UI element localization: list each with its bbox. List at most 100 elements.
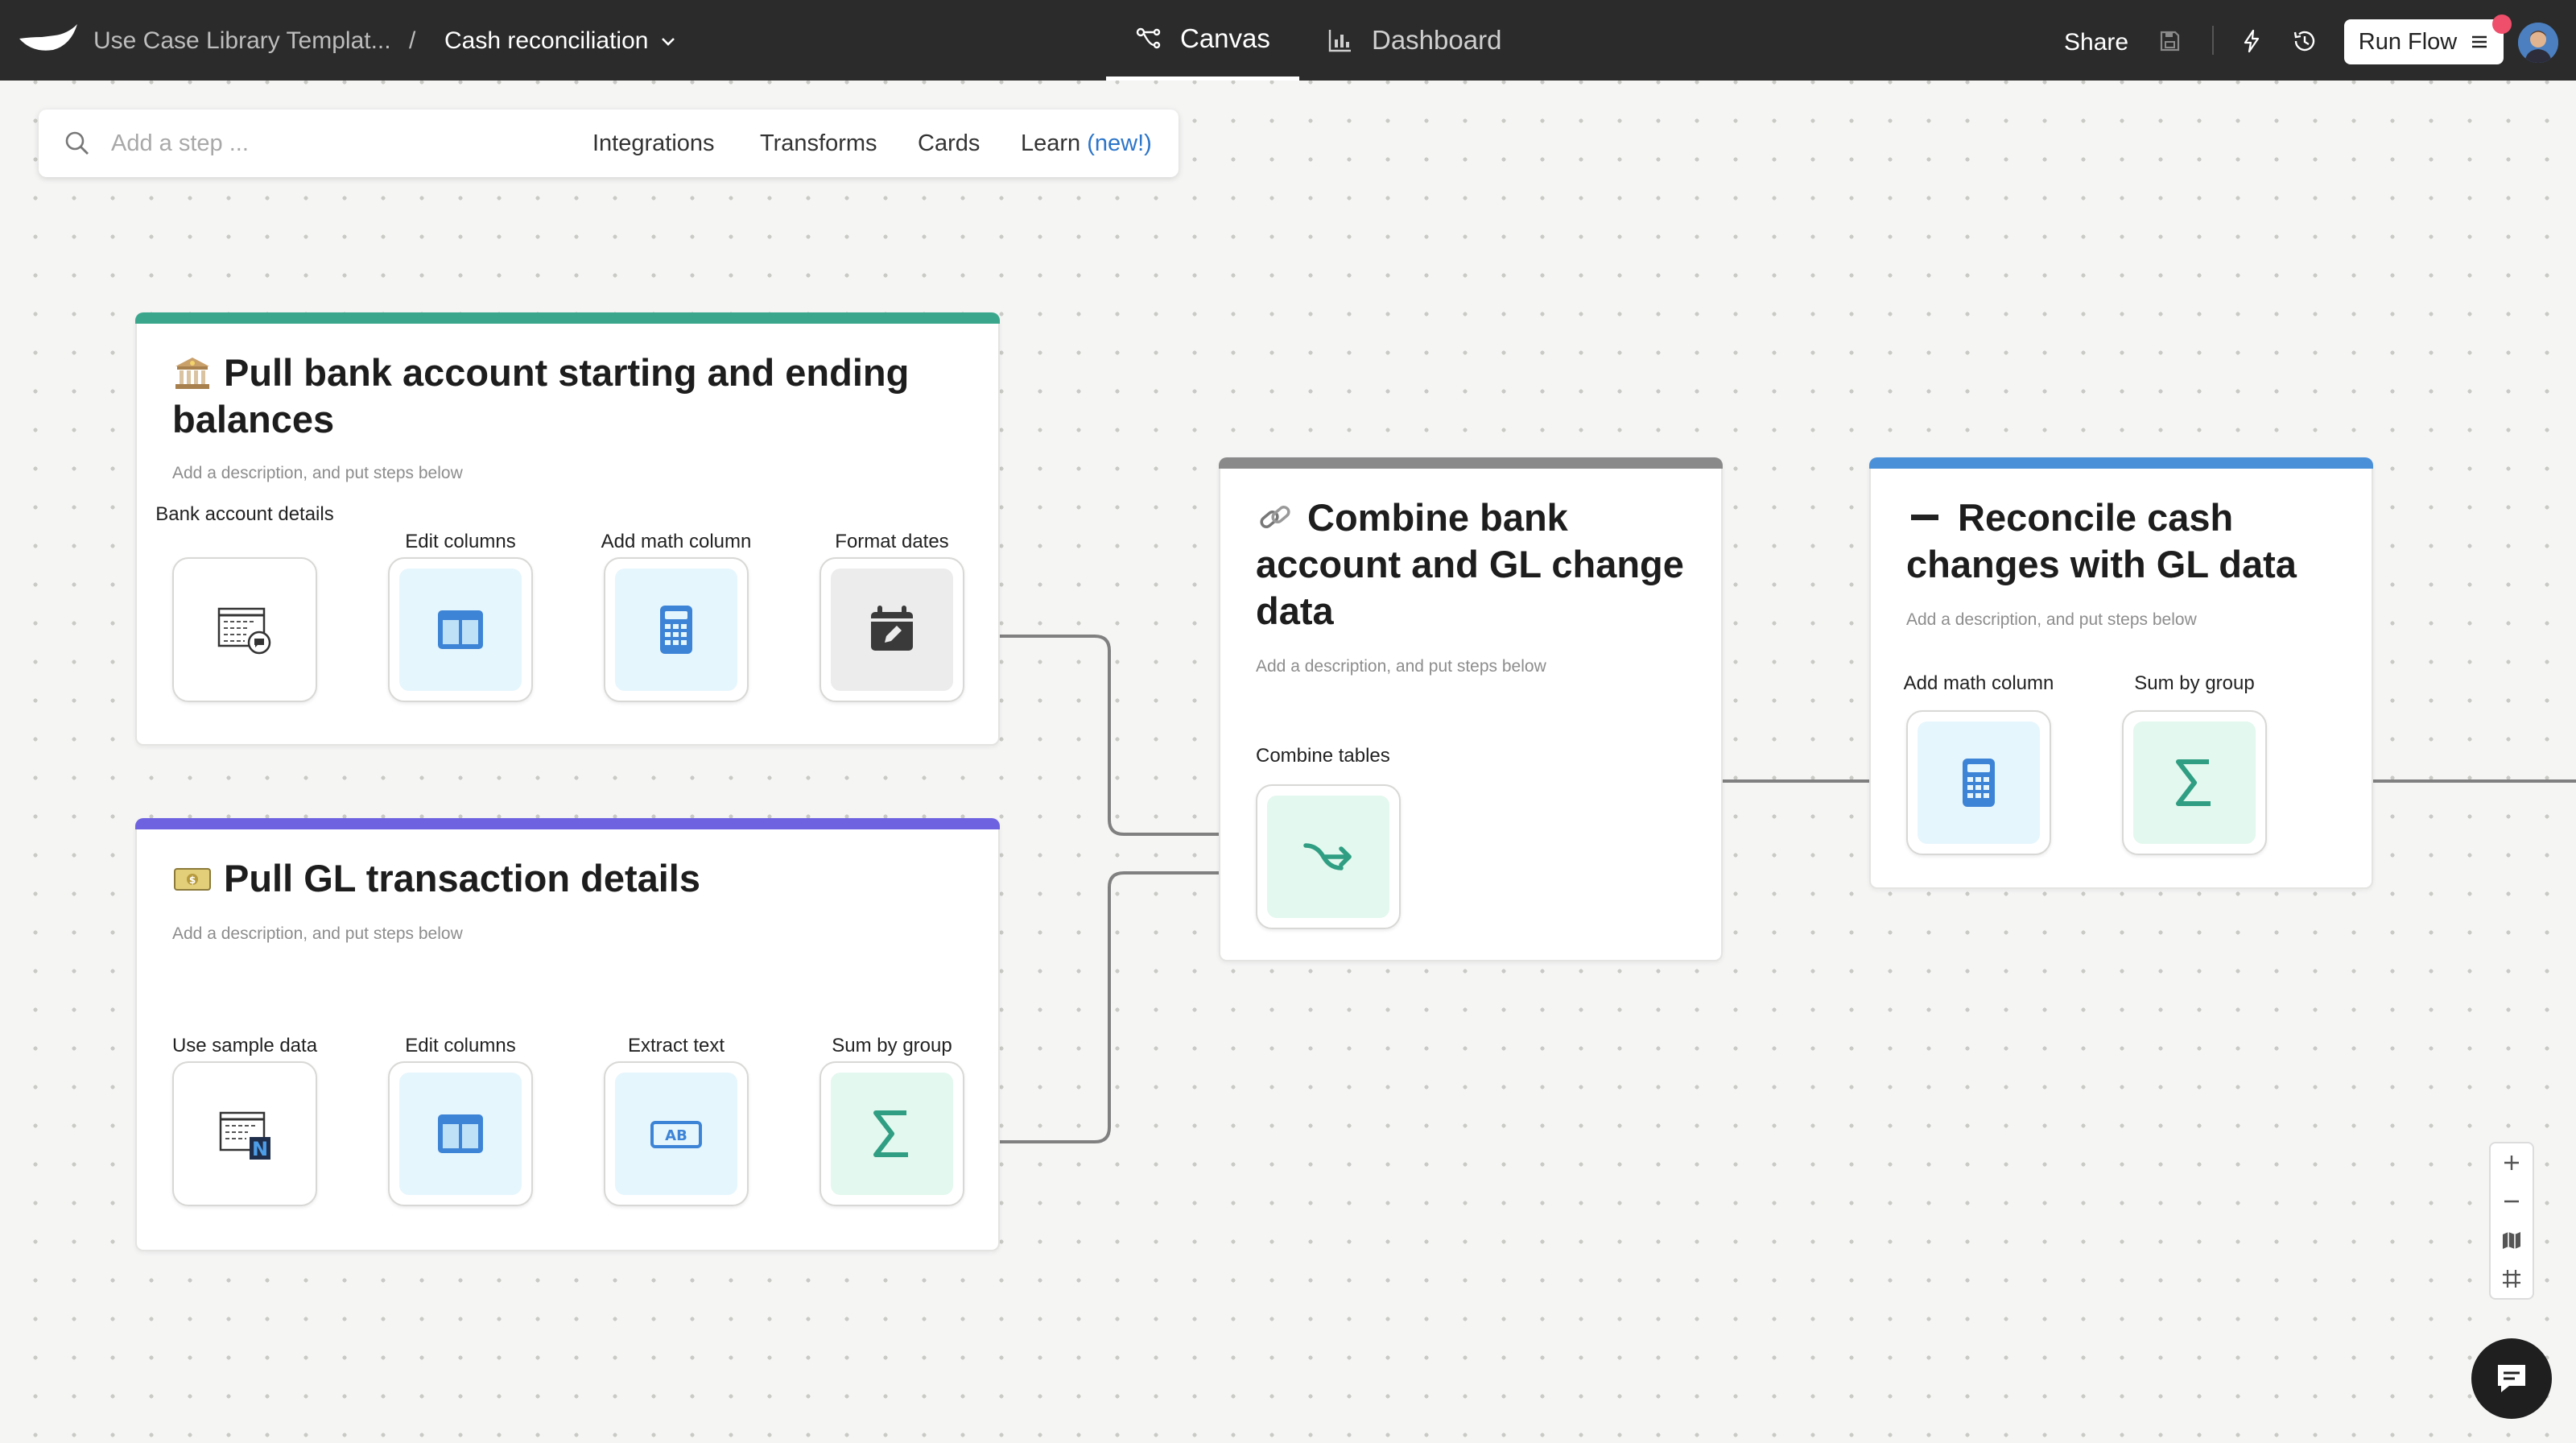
search-icon bbox=[65, 131, 89, 155]
link-icon bbox=[1260, 506, 1290, 528]
top-bar: Use Case Library Templat... / Cash recon… bbox=[0, 0, 2576, 81]
calculator-icon bbox=[1963, 759, 1995, 807]
toolbar-divider bbox=[2212, 26, 2214, 55]
step-label: Format dates bbox=[835, 531, 949, 552]
cards-link[interactable]: Cards bbox=[918, 130, 980, 157]
svg-text:N: N bbox=[252, 1138, 268, 1160]
add-step-bar: Integrations Transforms Cards Learn (new… bbox=[39, 110, 1179, 177]
app-logo-icon[interactable] bbox=[18, 21, 79, 56]
columns-icon bbox=[438, 1114, 483, 1153]
notification-dot bbox=[2492, 14, 2512, 34]
step-tile[interactable] bbox=[388, 1061, 533, 1206]
money-icon: $ bbox=[174, 868, 211, 891]
flow-name-dropdown[interactable]: Cash reconciliation bbox=[444, 27, 677, 55]
minus-icon bbox=[1911, 515, 1938, 520]
step-tile[interactable]: N bbox=[172, 1061, 317, 1206]
step-tile[interactable] bbox=[172, 557, 317, 702]
avatar[interactable] bbox=[2518, 23, 2558, 63]
lightning-icon[interactable] bbox=[2238, 27, 2265, 55]
card-combine-data[interactable]: Combine bank account and GL change data … bbox=[1219, 457, 1723, 961]
zoom-in-button[interactable] bbox=[2491, 1143, 2533, 1182]
card-title[interactable]: Pull bank account starting and ending ba… bbox=[172, 349, 961, 443]
calendar-edit-icon bbox=[871, 606, 913, 651]
step-tile[interactable] bbox=[604, 557, 749, 702]
ab-text-icon: AB bbox=[650, 1121, 702, 1148]
card-accent-bar bbox=[1219, 457, 1723, 469]
transforms-link[interactable]: Transforms bbox=[760, 130, 877, 157]
integrations-link[interactable]: Integrations bbox=[592, 130, 715, 157]
step-tile[interactable] bbox=[388, 557, 533, 702]
tab-dashboard-label: Dashboard bbox=[1372, 25, 1502, 55]
svg-text:AB: AB bbox=[665, 1127, 687, 1144]
step-label: Combine tables bbox=[1256, 745, 1390, 767]
card-title-text: Pull GL transaction details bbox=[224, 857, 700, 899]
run-flow-button[interactable]: Run Flow bbox=[2344, 19, 2504, 64]
card-reconcile-cash[interactable]: Reconcile cash changes with GL data Add … bbox=[1869, 457, 2373, 889]
flow-name: Cash reconciliation bbox=[444, 27, 649, 54]
table-n-icon: N bbox=[219, 1111, 270, 1160]
merge-icon bbox=[1303, 843, 1352, 870]
card-accent-bar bbox=[135, 818, 1000, 829]
tab-dashboard[interactable]: Dashboard bbox=[1298, 0, 1530, 81]
learn-new-badge: (new!) bbox=[1087, 130, 1152, 156]
run-flow-label: Run Flow bbox=[2358, 28, 2458, 55]
step-label: Add math column bbox=[601, 531, 752, 552]
step-tile[interactable] bbox=[819, 1061, 964, 1206]
user-photo-icon bbox=[2518, 23, 2558, 63]
menu-icon bbox=[2472, 35, 2487, 48]
card-gl-transactions[interactable]: $ Pull GL transaction details Add a desc… bbox=[135, 818, 1000, 1251]
breadcrumb-parent[interactable]: Use Case Library Templat... bbox=[93, 27, 391, 55]
minus-icon bbox=[2504, 1200, 2519, 1203]
chat-icon bbox=[2498, 1365, 2525, 1392]
step-label: Sum by group bbox=[2134, 672, 2255, 694]
sigma-icon bbox=[2176, 759, 2211, 806]
chat-support-button[interactable] bbox=[2471, 1338, 2552, 1419]
breadcrumb-separator: / bbox=[409, 27, 416, 54]
step-label: Sum by group bbox=[832, 1035, 952, 1056]
minimap-button[interactable] bbox=[2491, 1221, 2533, 1259]
card-description[interactable]: Add a description, and put steps below bbox=[172, 924, 463, 944]
calculator-icon bbox=[660, 606, 692, 654]
share-button[interactable]: Share bbox=[2064, 29, 2128, 56]
step-tile[interactable] bbox=[819, 557, 964, 702]
sigma-icon bbox=[873, 1110, 908, 1157]
card-accent-bar bbox=[135, 312, 1000, 324]
frame-icon bbox=[2503, 1270, 2520, 1288]
history-icon[interactable] bbox=[2291, 27, 2318, 55]
card-title-text: Combine bank account and GL change data bbox=[1256, 496, 1684, 632]
zoom-out-button[interactable] bbox=[2491, 1182, 2533, 1221]
step-tile[interactable]: AB bbox=[604, 1061, 749, 1206]
card-accent-bar bbox=[1869, 457, 2373, 469]
card-title-text: Reconcile cash changes with GL data bbox=[1906, 496, 2297, 585]
svg-text:$: $ bbox=[189, 874, 196, 886]
save-icon[interactable] bbox=[2156, 27, 2183, 55]
fit-view-button[interactable] bbox=[2491, 1259, 2533, 1298]
card-description[interactable]: Add a description, and put steps below bbox=[1256, 657, 1546, 676]
bar-chart-icon bbox=[1328, 30, 1351, 52]
step-tile[interactable] bbox=[1906, 710, 2051, 855]
step-label: Edit columns bbox=[405, 1035, 516, 1056]
card-description[interactable]: Add a description, and put steps below bbox=[1906, 610, 2197, 630]
card-title[interactable]: Combine bank account and GL change data bbox=[1256, 494, 1707, 635]
step-label: Bank account details bbox=[155, 503, 334, 525]
step-label: Extract text bbox=[627, 1035, 725, 1056]
learn-label: Learn bbox=[1021, 130, 1081, 156]
table-chat-icon bbox=[217, 607, 271, 655]
card-title[interactable]: $ Pull GL transaction details bbox=[172, 855, 961, 902]
card-title-text: Pull bank account starting and ending ba… bbox=[172, 351, 910, 440]
step-tile[interactable] bbox=[2122, 710, 2267, 855]
tab-canvas[interactable]: Canvas bbox=[1106, 0, 1299, 81]
learn-link[interactable]: Learn (new!) bbox=[1021, 130, 1152, 157]
chevron-down-icon bbox=[662, 38, 675, 46]
columns-icon bbox=[438, 610, 483, 649]
card-title[interactable]: Reconcile cash changes with GL data bbox=[1906, 494, 2357, 588]
card-description[interactable]: Add a description, and put steps below bbox=[172, 464, 463, 483]
plus-icon bbox=[2504, 1156, 2519, 1170]
step-tile[interactable] bbox=[1256, 784, 1401, 929]
zoom-controls bbox=[2489, 1142, 2534, 1300]
step-label: Edit columns bbox=[405, 531, 516, 552]
tab-canvas-label: Canvas bbox=[1180, 23, 1270, 53]
bank-icon bbox=[175, 358, 209, 389]
add-step-input[interactable] bbox=[111, 130, 562, 157]
card-bank-balances[interactable]: Pull bank account starting and ending ba… bbox=[135, 312, 1000, 746]
